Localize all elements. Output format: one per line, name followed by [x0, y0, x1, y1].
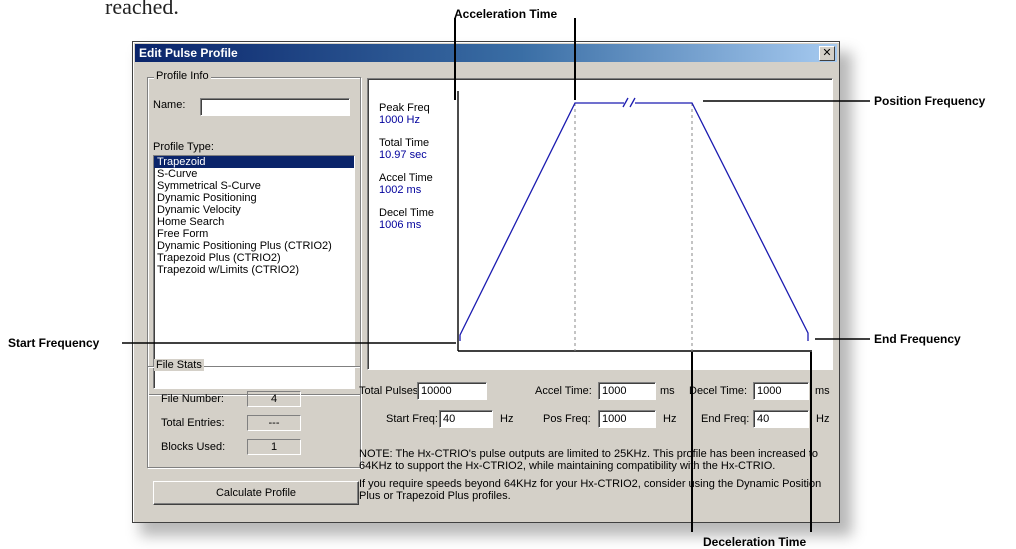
annotation-end-frequency: End Frequency: [874, 332, 961, 346]
total-time-value: 10.97 sec: [379, 149, 427, 161]
profile-type-label: Profile Type:: [153, 141, 214, 153]
annotation-start-frequency: Start Frequency: [8, 336, 100, 350]
peak-freq-value: 1000 Hz: [379, 114, 420, 126]
close-button[interactable]: ✕: [819, 46, 835, 61]
blocks-used-label: Blocks Used:: [161, 441, 226, 453]
decel-time-unit: ms: [815, 385, 830, 397]
title-bar[interactable]: Edit Pulse Profile ✕: [135, 44, 837, 62]
profile-type-list[interactable]: Trapezoid S-Curve Symmetrical S-Curve Dy…: [153, 155, 355, 389]
annotation-deceleration-time: Deceleration Time: [703, 535, 807, 549]
pos-freq-unit: Hz: [663, 413, 677, 425]
list-item[interactable]: Trapezoid: [154, 156, 354, 168]
pos-freq-input[interactable]: 1000: [598, 410, 656, 428]
file-number-label: File Number:: [161, 393, 224, 405]
start-freq-input[interactable]: 40: [439, 410, 493, 428]
annotation-position-frequency: Position Frequency: [874, 94, 986, 108]
annotation-acceleration-time: Acceleration Time: [454, 7, 558, 21]
file-stats-label: File Stats: [154, 359, 204, 371]
accel-time-value: 1002 ms: [379, 184, 422, 196]
list-item[interactable]: Dynamic Positioning Plus (CTRIO2): [154, 240, 354, 252]
document-text: reached.: [105, 0, 179, 19]
total-entries-value: ---: [247, 415, 301, 431]
start-freq-unit: Hz: [500, 413, 514, 425]
axis-break-mark: [629, 97, 636, 108]
close-icon: ✕: [822, 46, 832, 59]
list-item[interactable]: Dynamic Velocity: [154, 204, 354, 216]
start-freq-label: Start Freq:: [386, 413, 438, 425]
profile-graph: [457, 91, 812, 352]
name-label: Name:: [153, 99, 186, 111]
decel-time-input[interactable]: 1000: [753, 382, 809, 400]
accel-time-input[interactable]: 1000: [598, 382, 656, 400]
accel-time-label: Accel Time: [379, 172, 433, 184]
profile-info-label: Profile Info: [154, 70, 211, 82]
note-text: NOTE: The Hx-CTRIO's pulse outputs are l…: [359, 448, 829, 502]
name-input[interactable]: [200, 98, 350, 116]
total-pulses-label: Total Pulses:: [359, 385, 422, 397]
list-item[interactable]: Dynamic Positioning: [154, 192, 354, 204]
decel-time-value: 1006 ms: [379, 219, 422, 231]
profile-line-fall: [635, 102, 809, 341]
list-item[interactable]: Free Form: [154, 228, 354, 240]
decel-time-field-label: Decel Time:: [689, 385, 748, 397]
pos-freq-label: Pos Freq:: [543, 413, 591, 425]
peak-freq-label: Peak Freq: [379, 102, 430, 114]
dialog-title: Edit Pulse Profile: [139, 46, 238, 60]
accel-time-field-label: Accel Time:: [535, 385, 592, 397]
note-paragraph-1: NOTE: The Hx-CTRIO's pulse outputs are l…: [359, 448, 819, 472]
accel-time-unit: ms: [660, 385, 675, 397]
calculate-profile-button[interactable]: Calculate Profile: [153, 481, 359, 505]
total-pulses-input[interactable]: 10000: [417, 382, 487, 400]
list-item[interactable]: Trapezoid Plus (CTRIO2): [154, 252, 354, 264]
edit-pulse-profile-dialog: Edit Pulse Profile ✕ Profile Info Name: …: [132, 41, 840, 523]
end-freq-label: End Freq:: [701, 413, 750, 425]
profile-chart: [367, 78, 833, 370]
list-item[interactable]: S-Curve: [154, 168, 354, 180]
chart-info: Peak Freq 1000 Hz Total Time 10.97 sec A…: [379, 102, 434, 242]
total-entries-label: Total Entries:: [161, 417, 225, 429]
list-item[interactable]: Home Search: [154, 216, 354, 228]
file-number-value: 4: [247, 391, 301, 407]
blocks-used-value: 1: [247, 439, 301, 455]
list-item[interactable]: Trapezoid w/Limits (CTRIO2): [154, 264, 354, 276]
list-item[interactable]: Symmetrical S-Curve: [154, 180, 354, 192]
end-freq-unit: Hz: [816, 413, 830, 425]
decel-time-label: Decel Time: [379, 207, 435, 219]
total-time-label: Total Time: [379, 137, 430, 149]
end-freq-input[interactable]: 40: [753, 410, 809, 428]
profile-line-rise: [459, 102, 624, 341]
note-paragraph-2: If you require speeds beyond 64KHz for y…: [359, 478, 822, 502]
